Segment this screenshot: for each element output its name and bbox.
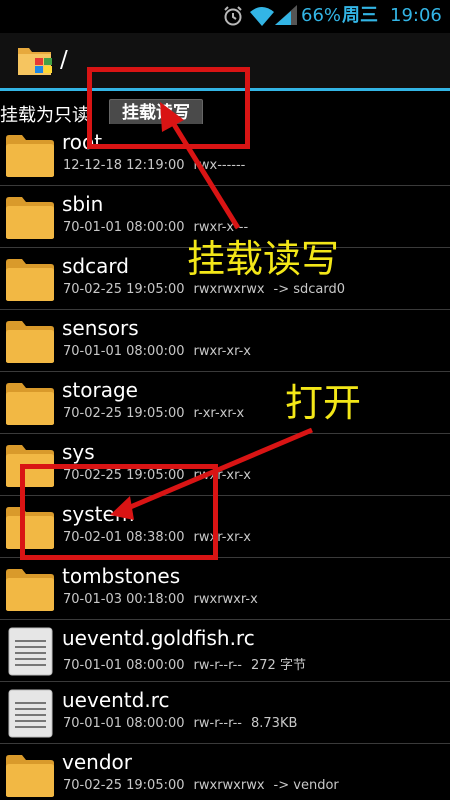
file-name: vendor (62, 750, 132, 774)
folder-icon (5, 196, 55, 240)
battery-label: 66% (301, 5, 342, 26)
file-name: sbin (62, 192, 104, 216)
file-extra: 272 字节 (251, 658, 306, 673)
file-list: root 12-12-18 12:19:00 rwx------ sbin 70-01-… (0, 124, 450, 800)
file-name: ueventd.goldfish.rc (62, 626, 255, 650)
signal-icon (275, 5, 297, 31)
file-date: 70-01-01 08:00:00 (63, 658, 185, 673)
file-date: 70-02-25 19:05:00 (63, 282, 185, 297)
annotation-label-open: 打开 (285, 381, 362, 425)
folder-icon (5, 320, 55, 364)
folder-icon (5, 134, 55, 178)
current-path: / (60, 47, 68, 73)
file-perm: rwxr-xr-x (193, 344, 251, 359)
annotation-box-system (20, 464, 218, 560)
file-extra: 8.73KB (251, 716, 298, 731)
file-meta: 12-12-18 12:19:00 rwx------ (63, 158, 263, 173)
text-file-icon (8, 627, 53, 676)
file-date: 12-12-18 12:19:00 (63, 158, 185, 173)
file-meta: 70-01-01 08:00:00 rw-r--r-- 272 字节 (63, 654, 315, 673)
file-meta: 70-01-01 08:00:00 rw-r--r-- 8.73KB (63, 716, 306, 731)
day-label: 周三 (342, 5, 378, 26)
file-name: sdcard (62, 254, 129, 278)
file-meta: 70-01-01 08:00:00 rwxr-xr-x (63, 344, 269, 359)
file-name: tombstones (62, 564, 181, 588)
status-bar: 66% 周三 19:06 (0, 0, 450, 33)
file-meta: 70-02-25 19:05:00 rwxrwxrwx -> vendor (63, 778, 348, 793)
file-meta: 70-02-25 19:05:00 rwxrwxrwx -> sdcard0 (63, 282, 354, 297)
folder-icon (5, 258, 55, 302)
file-row[interactable]: vendor 70-02-25 19:05:00 rwxrwxrwx -> vendo… (0, 744, 450, 800)
file-date: 70-01-03 00:18:00 (63, 592, 185, 607)
file-date: 70-01-01 08:00:00 (63, 220, 185, 235)
file-perm: rw-r--r-- (193, 716, 242, 731)
file-perm: rwx------ (193, 158, 246, 173)
file-date: 70-01-01 08:00:00 (63, 344, 185, 359)
text-file-icon (8, 689, 53, 738)
file-manager-app-icon[interactable] (17, 44, 53, 78)
annotation-box-mount (87, 67, 250, 149)
file-row[interactable]: storage 70-02-25 19:05:00 r-xr-xr-x (0, 372, 450, 434)
file-perm: rwxrwxrwx (193, 282, 265, 297)
file-perm: rwxrwxrwx (193, 778, 265, 793)
file-perm: r-xr-xr-x (193, 406, 245, 421)
folder-icon (5, 382, 55, 426)
file-perm: rw-r--r-- (193, 658, 242, 673)
file-meta: 70-02-25 19:05:00 r-xr-xr-x (63, 406, 262, 421)
file-name: sensors (62, 316, 139, 340)
file-row[interactable]: ueventd.rc 70-01-01 08:00:00 rw-r--r-- 8.73… (0, 682, 450, 744)
file-name: sys (62, 440, 95, 464)
file-perm: rwxrwxr-x (193, 592, 258, 607)
alarm-icon (222, 5, 244, 33)
file-extra: -> sdcard0 (273, 282, 346, 297)
file-meta: 70-01-03 00:18:00 rwxrwxr-x (63, 592, 276, 607)
file-date: 70-02-25 19:05:00 (63, 406, 185, 421)
file-extra: -> vendor (273, 778, 339, 793)
file-row[interactable]: ueventd.goldfish.rc 70-01-01 08:00:00 rw-r… (0, 620, 450, 682)
file-row[interactable]: tombstones 70-01-03 00:18:00 rwxrwxr-x (0, 558, 450, 620)
file-row[interactable]: sensors 70-01-01 08:00:00 rwxr-xr-x (0, 310, 450, 372)
clock-label: 19:06 (390, 5, 442, 26)
file-date: 70-01-01 08:00:00 (63, 716, 185, 731)
file-date: 70-02-25 19:05:00 (63, 778, 185, 793)
folder-icon (5, 754, 55, 798)
wifi-icon (250, 5, 274, 33)
annotation-label-mount: 挂载读写 (187, 237, 340, 281)
folder-icon (5, 568, 55, 612)
file-name: ueventd.rc (62, 688, 170, 712)
file-name: storage (62, 378, 138, 402)
